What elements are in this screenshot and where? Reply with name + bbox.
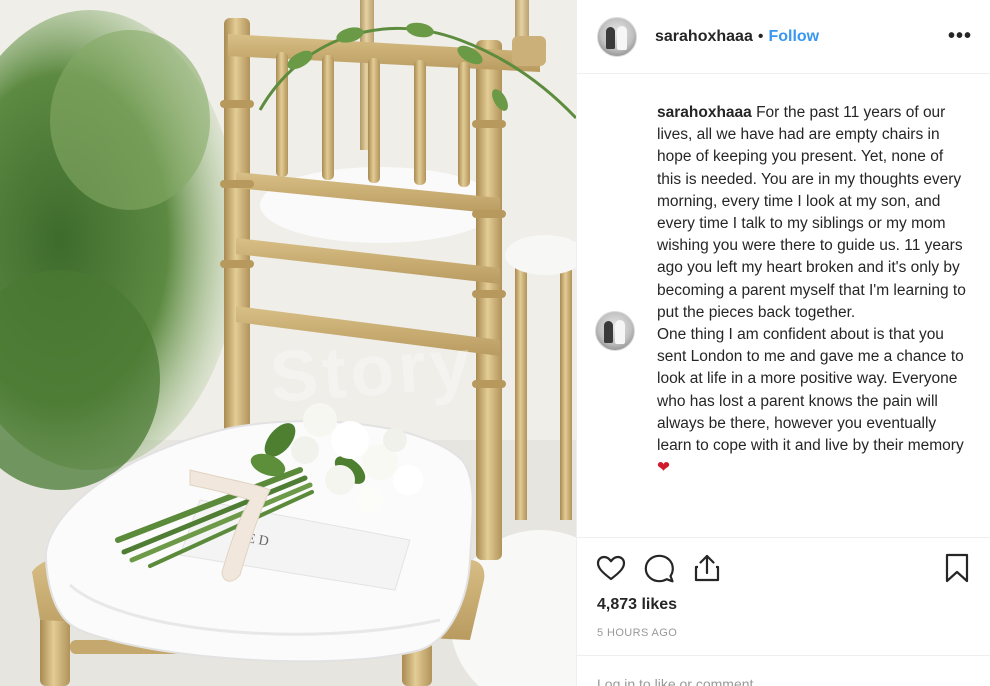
follow-button[interactable]: Follow: [768, 28, 819, 46]
comment-bubble-icon[interactable]: [643, 552, 675, 584]
bookmark-icon[interactable]: [941, 552, 973, 584]
wedding-chair-photo: S E D: [0, 0, 576, 686]
caption-username-link[interactable]: sarahoxhaaa: [657, 104, 752, 121]
caption-text-1: For the past 11 years of our lives, all …: [657, 104, 966, 321]
heart-emoji-icon: ❤: [657, 459, 670, 477]
divider-bottom: [577, 655, 990, 656]
login-prompt[interactable]: Log in to like or comment.: [597, 676, 757, 686]
chair-post-left: [224, 18, 250, 438]
divider: [577, 537, 990, 538]
instagram-post: S E D Story sarahoxhaaa • Follow ••• sar…: [0, 0, 990, 686]
caption-paragraph-2: One thing I am confident about is that y…: [657, 324, 967, 479]
likes-count[interactable]: 4,873 likes: [597, 596, 677, 614]
action-bar: [595, 552, 975, 586]
post-sidebar: sarahoxhaaa • Follow ••• sarahoxhaaa For…: [576, 0, 990, 686]
post-photo[interactable]: S E D Story: [0, 0, 576, 686]
heart-outline-icon[interactable]: [595, 552, 627, 584]
post-timestamp[interactable]: 5 HOURS AGO: [597, 627, 677, 639]
caption-paragraph-1: sarahoxhaaa For the past 11 years of our…: [657, 102, 967, 324]
separator-dot: •: [757, 27, 764, 45]
username-link[interactable]: sarahoxhaaa: [655, 28, 753, 46]
more-options-icon[interactable]: •••: [948, 25, 972, 48]
chair-post-right: [476, 40, 502, 560]
caption-text-2: One thing I am confident about is that y…: [657, 326, 964, 455]
caption-area: sarahoxhaaa For the past 11 years of our…: [577, 75, 990, 537]
avatar[interactable]: [597, 16, 637, 57]
share-upload-icon[interactable]: [691, 552, 723, 584]
caption-avatar[interactable]: [595, 311, 635, 351]
post-header: sarahoxhaaa • Follow •••: [577, 0, 990, 74]
post-caption: sarahoxhaaa For the past 11 years of our…: [657, 102, 967, 479]
